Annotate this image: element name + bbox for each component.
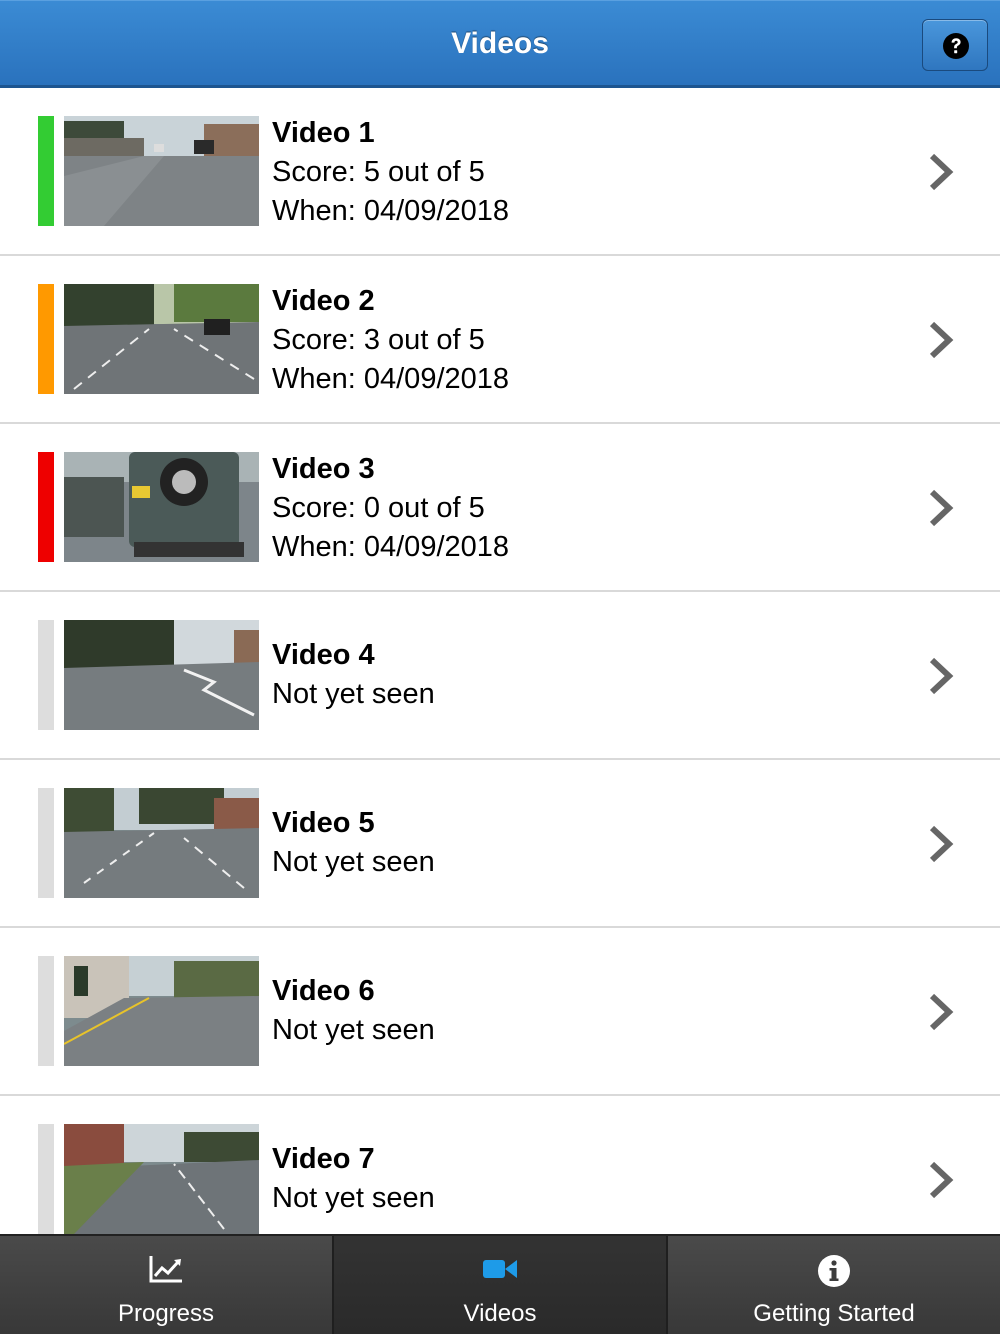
video-score: Score: 0 out of 5 [272, 492, 485, 524]
score-status-bar [38, 116, 54, 226]
line-chart-icon [149, 1256, 182, 1283]
tab-label: Videos [463, 1300, 537, 1327]
video-row[interactable]: Video 3 Score: 0 out of 5 When: 04/09/20… [0, 424, 1000, 592]
video-thumbnail [64, 284, 259, 394]
video-title: Video 2 [272, 285, 375, 317]
video-thumbnail [64, 116, 259, 226]
info-circle-icon [818, 1255, 850, 1287]
video-thumbnail [64, 788, 259, 898]
video-info: Video 7 Not yet seen [272, 1140, 435, 1218]
question-circle-icon [943, 33, 969, 59]
score-status-bar [38, 452, 54, 562]
page-title: Videos [451, 27, 549, 60]
video-thumbnail [64, 620, 259, 730]
video-date: When: 04/09/2018 [272, 195, 510, 227]
video-date: When: 04/09/2018 [272, 531, 510, 563]
chevron-right-icon [929, 825, 954, 863]
video-info: Video 2 Score: 3 out of 5 When: 04/09/20… [272, 282, 509, 399]
video-status: Not yet seen [272, 846, 435, 878]
video-score: Score: 5 out of 5 [272, 156, 485, 188]
video-title: Video 5 [272, 807, 375, 839]
video-title: Video 6 [272, 975, 375, 1007]
video-row[interactable]: Video 6 Not yet seen [0, 928, 1000, 1096]
video-score: Score: 3 out of 5 [272, 324, 485, 356]
score-status-bar [38, 620, 54, 730]
video-thumbnail [64, 452, 259, 562]
video-status: Not yet seen [272, 678, 435, 710]
video-thumbnail [64, 1124, 259, 1234]
video-row[interactable]: Video 2 Score: 3 out of 5 When: 04/09/20… [0, 256, 1000, 424]
video-info: Video 1 Score: 5 out of 5 When: 04/09/20… [272, 114, 509, 231]
video-row[interactable]: Video 4 Not yet seen [0, 592, 1000, 760]
chevron-right-icon [929, 1161, 954, 1199]
video-row[interactable]: Video 1 Score: 5 out of 5 When: 04/09/20… [0, 88, 1000, 256]
video-thumbnail [64, 956, 259, 1066]
chevron-right-icon [929, 321, 954, 359]
nav-header: Videos [0, 0, 1000, 88]
tab-progress[interactable]: Progress [0, 1236, 334, 1334]
video-title: Video 1 [272, 117, 375, 149]
video-title: Video 7 [272, 1143, 375, 1175]
tab-label: Progress [117, 1300, 215, 1327]
chevron-right-icon [929, 489, 954, 527]
tab-label: Getting Started [753, 1300, 915, 1327]
chevron-right-icon [929, 153, 954, 191]
score-status-bar [38, 1124, 54, 1234]
video-title: Video 3 [272, 453, 375, 485]
tab-videos[interactable]: Videos [334, 1236, 668, 1334]
score-status-bar [38, 788, 54, 898]
video-row[interactable]: Video 7 Not yet seen [0, 1096, 1000, 1234]
video-info: Video 6 Not yet seen [272, 972, 435, 1050]
score-status-bar [38, 956, 54, 1066]
video-status: Not yet seen [272, 1014, 435, 1046]
bottom-tab-bar: Progress Videos Getting Started [0, 1234, 1000, 1334]
video-date: When: 04/09/2018 [272, 363, 510, 395]
video-status: Not yet seen [272, 1182, 435, 1214]
video-info: Video 4 Not yet seen [272, 636, 435, 714]
help-button[interactable] [922, 19, 988, 71]
chevron-right-icon [929, 993, 954, 1031]
video-row[interactable]: Video 5 Not yet seen [0, 760, 1000, 928]
video-camera-icon [483, 1260, 517, 1278]
video-info: Video 5 Not yet seen [272, 804, 435, 882]
score-status-bar [38, 284, 54, 394]
video-list: Video 1 Score: 5 out of 5 When: 04/09/20… [0, 88, 1000, 1234]
tab-getting-started[interactable]: Getting Started [668, 1236, 1000, 1334]
video-info: Video 3 Score: 0 out of 5 When: 04/09/20… [272, 450, 509, 567]
chevron-right-icon [929, 657, 954, 695]
video-title: Video 4 [272, 639, 375, 671]
